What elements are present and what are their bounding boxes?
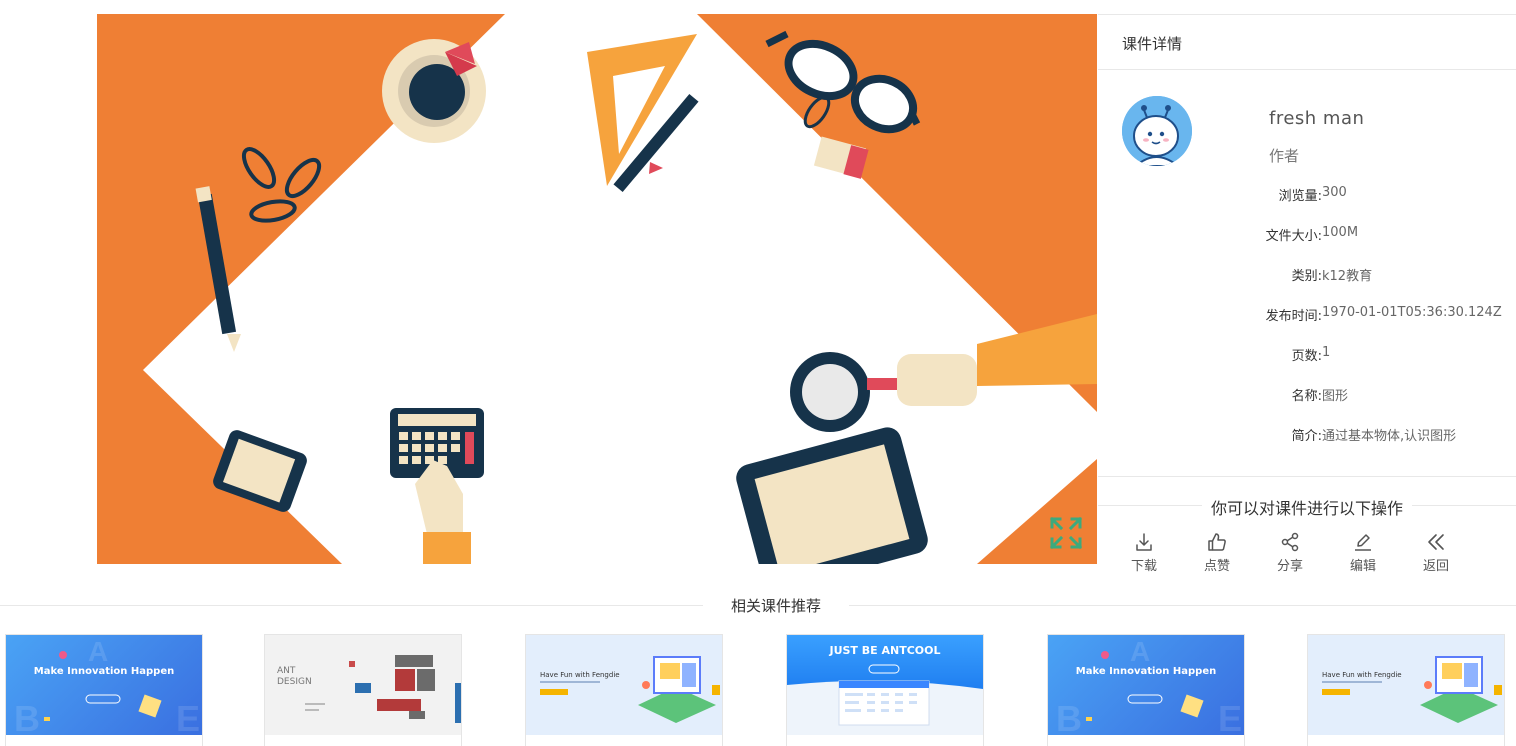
author-name: fresh man — [1269, 108, 1365, 129]
related-card[interactable]: A B E Make Innovation Happen — [5, 634, 203, 746]
related-card[interactable]: A B E Make Innovation Happen — [1047, 634, 1245, 746]
related-title: 相关课件推荐 — [730, 597, 821, 615]
thumbnail-title: Have Fun with Fengdie — [1322, 671, 1402, 679]
info-value: 100M — [1322, 225, 1359, 240]
info-value: 300 — [1322, 185, 1347, 200]
op-label: 返回 — [1422, 559, 1449, 574]
divider — [849, 605, 1516, 606]
info-label: 页数: — [1291, 349, 1322, 364]
info-row-publish-time: 发布时间: 1970-01-01T05:36:30.124Z — [1098, 305, 1516, 325]
thumbnail-title: Make Innovation Happen — [1075, 666, 1217, 677]
svg-text:B: B — [1056, 698, 1082, 735]
svg-text:B: B — [14, 698, 40, 735]
thumbnail-decoration: A B E — [1056, 636, 1242, 735]
download-button[interactable]: 下载 — [1114, 532, 1174, 580]
edit-icon — [1355, 534, 1371, 551]
info-row-pages: 页数: 1 — [1098, 345, 1516, 365]
thumbnail-decoration — [1322, 656, 1502, 723]
info-label: 文件大小: — [1265, 229, 1322, 244]
related-card[interactable]: Have Fun with Fengdie — [1307, 634, 1505, 746]
svg-text:A: A — [88, 636, 108, 667]
info-row-name: 名称: 图形 — [1098, 385, 1516, 405]
operations-header: 你可以对课件进行以下操作 — [1098, 494, 1516, 518]
info-value: 1970-01-01T05:36:30.124Z — [1322, 305, 1502, 320]
share-button[interactable]: 分享 — [1260, 532, 1320, 580]
op-label: 分享 — [1276, 559, 1303, 574]
op-label: 下载 — [1130, 559, 1157, 574]
card-thumbnail: JUST BE ANTCOOL — [787, 635, 983, 735]
info-label: 名称: — [1291, 389, 1322, 404]
edit-button[interactable]: 编辑 — [1333, 532, 1393, 580]
card-thumbnail: A B E Make Innovation Happen — [1048, 635, 1244, 735]
like-button[interactable]: 点赞 — [1187, 532, 1247, 580]
divider — [1098, 476, 1516, 477]
svg-text:E: E — [1218, 698, 1242, 735]
svg-text:A: A — [1130, 636, 1150, 667]
card-thumbnail: A B E Make Innovation Happen — [6, 635, 202, 735]
related-card[interactable]: ANT DESIGN — [264, 634, 462, 746]
info-value: 通过基本物体,认识图形 — [1322, 429, 1457, 444]
fullscreen-icon — [1049, 516, 1083, 550]
courseware-preview — [97, 14, 1097, 564]
download-icon — [1136, 533, 1152, 551]
back-icon — [1428, 534, 1444, 550]
thumbnail-title: Make Innovation Happen — [33, 666, 175, 677]
author-avatar-icon — [1122, 96, 1192, 166]
thumbnail-title: JUST BE ANTCOOL — [829, 644, 941, 657]
avatar — [1122, 96, 1192, 166]
op-label: 编辑 — [1349, 559, 1376, 574]
info-value: 图形 — [1322, 389, 1349, 404]
info-value: 1 — [1322, 345, 1331, 360]
thumbnail-title: ANT DESIGN — [277, 666, 312, 687]
share-icon — [1281, 532, 1299, 552]
related-card[interactable]: JUST BE ANTCOOL — [786, 634, 984, 746]
info-row-category: 类别: k12教育 — [1098, 265, 1516, 285]
thumbnail-decoration — [540, 656, 720, 723]
svg-text:E: E — [176, 698, 200, 735]
info-row-filesize: 文件大小: 100M — [1098, 225, 1516, 245]
divider — [0, 605, 703, 606]
info-row-summary: 简介: 通过基本物体,认识图形 — [1098, 425, 1516, 445]
preview-illustration — [143, 14, 1097, 564]
thumbnail-title: Have Fun with Fengdie — [540, 671, 620, 679]
thumbnail-decoration: A B E — [14, 636, 200, 735]
info-row-views: 浏览量: 300 — [1098, 185, 1516, 205]
card-thumbnail: Have Fun with Fengdie — [526, 635, 722, 735]
back-button[interactable]: 返回 — [1406, 532, 1466, 580]
card-thumbnail: ANT DESIGN — [265, 635, 461, 735]
related-header: 相关课件推荐 — [0, 592, 1516, 618]
related-card[interactable]: Have Fun with Fengdie — [525, 634, 723, 746]
info-label: 浏览量: — [1278, 189, 1322, 204]
card-thumbnail: Have Fun with Fengdie — [1308, 635, 1504, 735]
fullscreen-button[interactable] — [1049, 516, 1083, 550]
operations-title: 你可以对课件进行以下操作 — [1210, 499, 1403, 518]
info-label: 类别: — [1291, 269, 1322, 284]
like-icon — [1208, 533, 1226, 551]
info-label: 发布时间: — [1265, 309, 1322, 324]
op-label: 点赞 — [1203, 559, 1230, 574]
author-role: 作者 — [1269, 147, 1300, 165]
courseware-detail-panel: 课件详情 fresh man 作者 浏览量: 300 文件大小: 100M 类别… — [1098, 14, 1516, 590]
info-label: 简介: — [1291, 429, 1322, 444]
info-value: k12教育 — [1322, 269, 1373, 284]
panel-title: 课件详情 — [1098, 14, 1516, 70]
